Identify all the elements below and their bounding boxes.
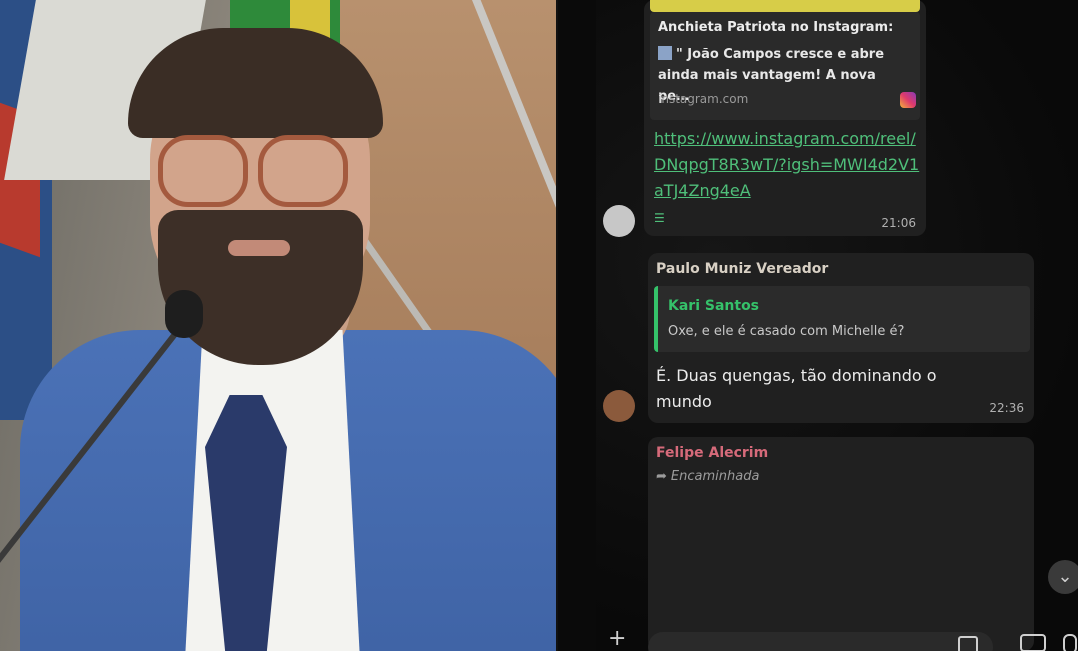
mouth xyxy=(228,240,290,256)
sender-name[interactable]: Felipe Alecrim xyxy=(656,445,768,461)
chat-left-edge xyxy=(558,0,596,651)
sticker-icon[interactable] xyxy=(958,636,978,651)
message-time: 21:06 xyxy=(881,216,916,230)
camera-icon[interactable] xyxy=(1020,634,1046,651)
instagram-icon xyxy=(900,92,916,108)
microphone-icon[interactable] xyxy=(1063,634,1077,651)
message-input[interactable] xyxy=(648,632,993,651)
quoted-sender: Kari Santos xyxy=(668,298,760,314)
message-time: 22:36 xyxy=(989,401,1024,415)
forwarded-text: Encaminhada xyxy=(670,469,760,484)
chevron-down-icon[interactable]: ⌄ xyxy=(1048,560,1078,594)
thumbnail-icon xyxy=(658,46,672,60)
message-reply[interactable]: Paulo Muniz Vereador Kari Santos Oxe, e … xyxy=(648,253,1034,423)
sender-name[interactable]: Paulo Muniz Vereador xyxy=(656,261,828,277)
message-input-bar: + xyxy=(558,626,1078,651)
quoted-message[interactable]: Kari Santos Oxe, e ele é casado com Mich… xyxy=(654,286,1030,352)
avatar[interactable] xyxy=(603,390,635,422)
speaker-photo xyxy=(0,0,556,651)
link-preview-card[interactable]: Anchieta Patriota no Instagram: " João C… xyxy=(650,12,920,120)
forwarded-label: ➦ Encaminhada xyxy=(656,469,759,484)
avatar[interactable] xyxy=(603,205,635,237)
message-forwarded[interactable]: Felipe Alecrim ➦ Encaminhada xyxy=(648,437,1034,651)
preview-title: Anchieta Patriota no Instagram: xyxy=(658,20,894,35)
chat-screenshot: Anchieta Patriota no Instagram: " João C… xyxy=(558,0,1078,651)
glasses xyxy=(158,135,348,207)
microphone-head xyxy=(165,290,203,338)
plus-icon[interactable]: + xyxy=(608,626,626,651)
message-link-preview[interactable]: Anchieta Patriota no Instagram: " João C… xyxy=(644,0,926,236)
message-link[interactable]: https://www.instagram.com/reel/DNqpgT8R3… xyxy=(654,126,922,204)
menu-lines-icon: ☰ xyxy=(654,211,665,225)
preview-bar xyxy=(650,0,920,12)
forward-arrow-icon: ➦ xyxy=(656,469,667,484)
preview-domain: instagram.com xyxy=(658,92,749,106)
message-text: É. Duas quengas, tão dominando o mundo xyxy=(656,366,937,411)
screenshot-collage: Anchieta Patriota no Instagram: " João C… xyxy=(0,0,1078,651)
quoted-text: Oxe, e ele é casado com Michelle é? xyxy=(668,324,905,339)
